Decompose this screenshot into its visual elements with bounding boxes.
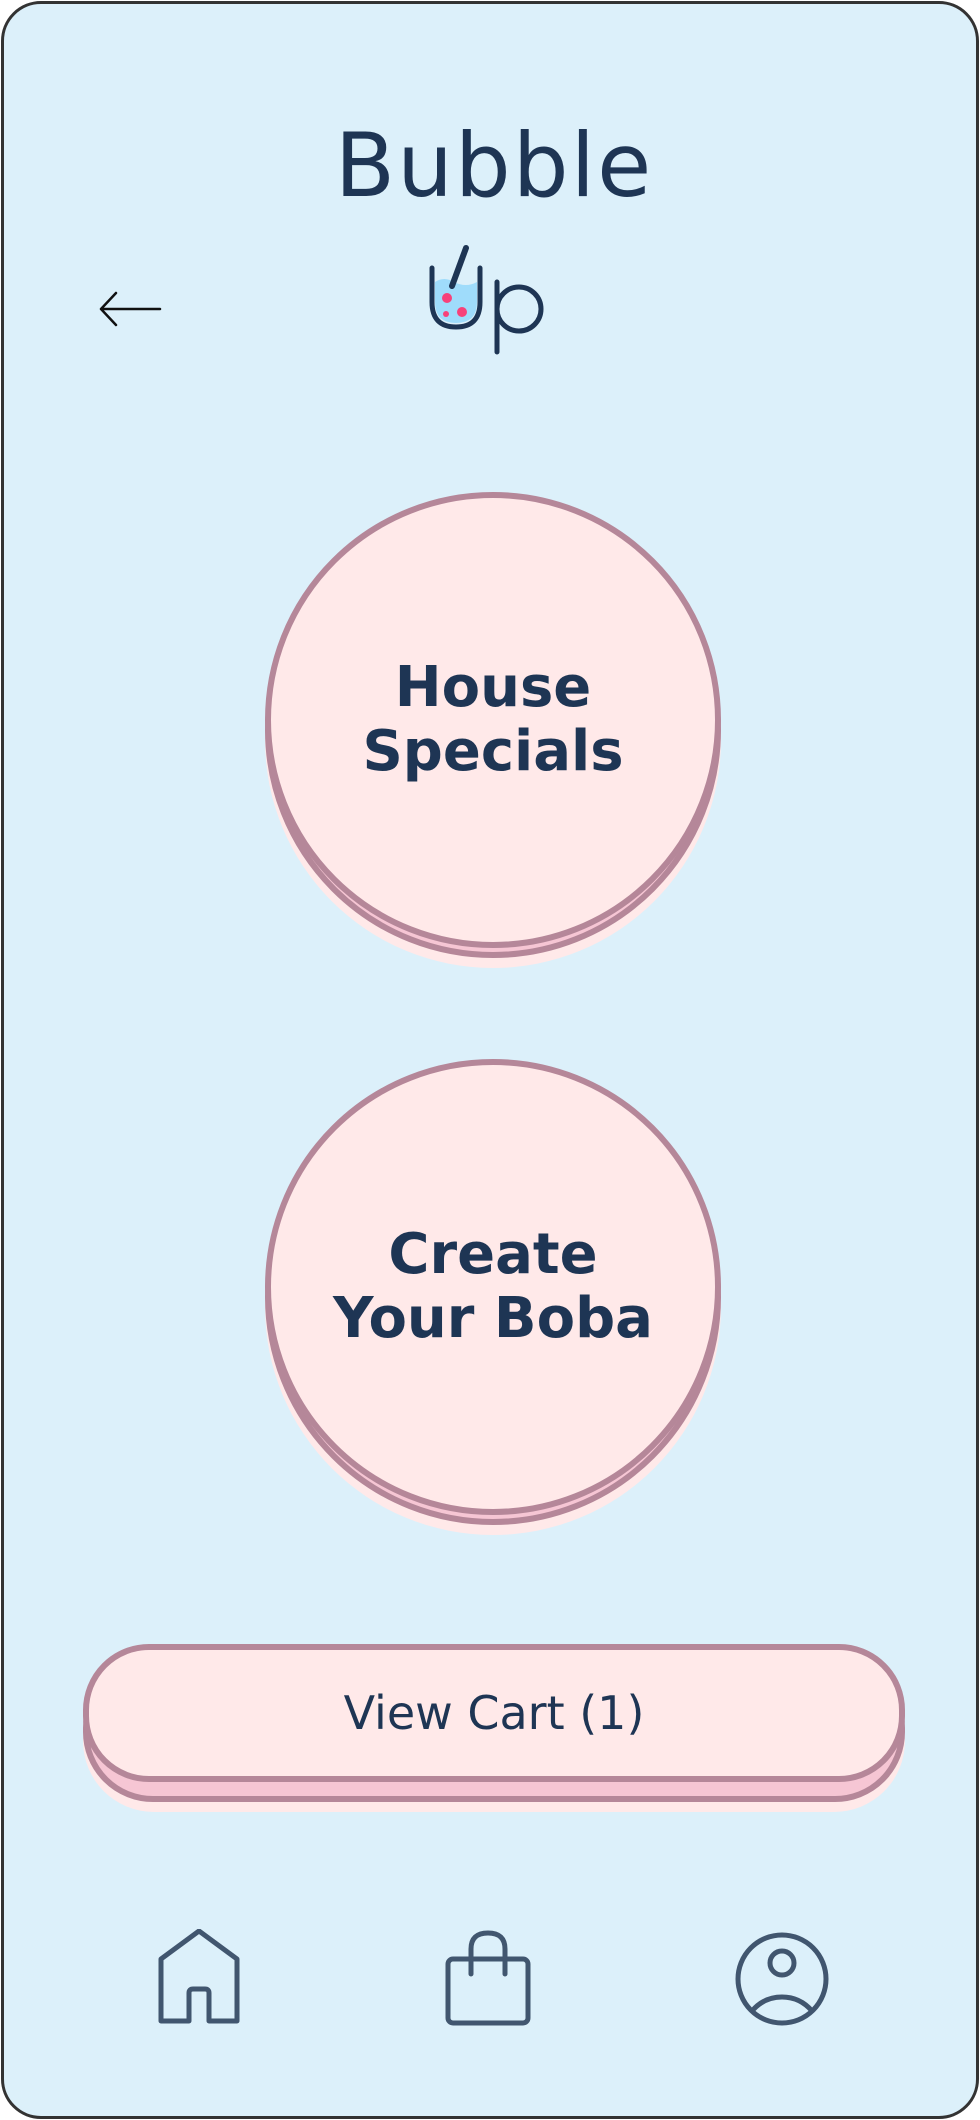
view-cart-button[interactable]: View Cart (1) bbox=[83, 1644, 905, 1812]
back-arrow-icon[interactable] bbox=[98, 289, 162, 329]
logo-text-bubble: Bubble bbox=[334, 114, 654, 217]
house-specials-label: House Specials bbox=[362, 654, 624, 784]
create-your-boba-label: Create Your Boba bbox=[333, 1221, 653, 1351]
boba-cup-icon bbox=[429, 245, 544, 355]
shopping-bag-icon[interactable] bbox=[440, 1929, 536, 2029]
home-icon[interactable] bbox=[151, 1929, 247, 2029]
create-your-boba-button[interactable]: Create Your Boba bbox=[265, 1059, 721, 1535]
user-profile-icon[interactable] bbox=[734, 1929, 830, 2029]
house-specials-button[interactable]: House Specials bbox=[265, 492, 721, 968]
view-cart-label: View Cart (1) bbox=[343, 1686, 645, 1740]
app-frame: Bubble House Specials Create Your Boba V… bbox=[1, 1, 979, 2119]
